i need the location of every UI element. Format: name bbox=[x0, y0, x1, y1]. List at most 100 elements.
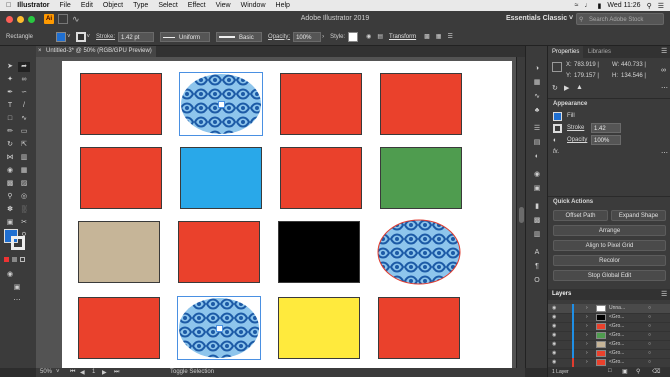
stroke-color-icon[interactable] bbox=[11, 236, 25, 250]
opacity-label[interactable]: Opacity: bbox=[268, 34, 290, 40]
locate-object-icon[interactable]: ⚲ bbox=[636, 368, 640, 375]
pathfinder-panel-icon[interactable]: ▩ bbox=[531, 216, 543, 226]
layer-name[interactable]: <Gro... bbox=[609, 349, 624, 358]
red-rectangle[interactable] bbox=[280, 147, 362, 209]
chevron-right-icon[interactable]: › bbox=[586, 331, 588, 340]
draw-normal-icon[interactable]: ◉ bbox=[4, 270, 16, 280]
constrain-link-icon[interactable]: ∞ bbox=[661, 67, 666, 74]
arrange-button[interactable]: Arrange bbox=[553, 225, 666, 236]
artboard-tool-icon[interactable]: ▣ bbox=[4, 218, 16, 228]
menu-window[interactable]: Window bbox=[241, 2, 266, 9]
more-options-icon[interactable]: ⋯ bbox=[661, 149, 668, 157]
menu-edit[interactable]: Edit bbox=[81, 2, 93, 9]
symbol-sprayer-icon[interactable]: ✽ bbox=[4, 205, 16, 215]
gradient-panel-icon[interactable]: ▤ bbox=[531, 138, 543, 148]
chevron-right-icon[interactable]: › bbox=[586, 340, 588, 349]
reference-point-icon[interactable] bbox=[552, 62, 562, 72]
opentype-panel-icon[interactable]: O bbox=[531, 276, 543, 286]
layer-row[interactable]: ◉ › <Gro... ○ bbox=[548, 358, 670, 368]
chevron-down-icon[interactable]: ˅ bbox=[67, 34, 71, 40]
rotate-icon[interactable]: ↻ bbox=[552, 84, 558, 92]
variable-width-profile[interactable]: Uniform bbox=[160, 31, 211, 42]
stroke-swatch[interactable] bbox=[553, 124, 562, 133]
opacity-label[interactable]: Opacity bbox=[567, 137, 587, 143]
brush-definition[interactable]: Basic bbox=[216, 31, 263, 42]
chevron-right-icon[interactable]: › bbox=[586, 349, 588, 358]
w-value[interactable]: 440.733 | bbox=[621, 62, 646, 68]
layer-name[interactable]: <Gro... bbox=[609, 358, 624, 367]
red-rectangle[interactable] bbox=[78, 297, 160, 359]
chevron-right-icon[interactable]: › bbox=[586, 322, 588, 331]
target-icon[interactable]: ○ bbox=[648, 313, 651, 322]
layer-name[interactable]: Unna... bbox=[609, 304, 625, 313]
menu-type[interactable]: Type bbox=[133, 2, 148, 9]
target-icon[interactable]: ○ bbox=[648, 358, 651, 367]
expand-shape-button[interactable]: Expand Shape bbox=[611, 210, 666, 221]
tab-properties[interactable]: Properties bbox=[548, 46, 584, 58]
chevron-right-icon[interactable]: › bbox=[322, 34, 324, 40]
pen-tool-icon[interactable]: ✒ bbox=[4, 88, 16, 98]
curvature-tool-icon[interactable]: ∽ bbox=[18, 88, 30, 98]
eraser-tool-icon[interactable]: ▭ bbox=[18, 127, 30, 137]
target-icon[interactable]: ○ bbox=[648, 322, 651, 331]
workspace-switcher[interactable]: Essentials Classic ˅ bbox=[500, 13, 579, 25]
eye-icon[interactable]: ◉ bbox=[552, 322, 556, 331]
menu-file[interactable]: File bbox=[60, 2, 71, 9]
recolor-icon[interactable]: ◉ bbox=[366, 33, 371, 40]
volume-icon[interactable]: ♩ bbox=[585, 2, 592, 9]
gradient-tool-icon[interactable]: ▨ bbox=[18, 179, 30, 189]
symbols-panel-icon[interactable]: ♣ bbox=[531, 106, 543, 116]
direct-selection-tool-icon[interactable]: ➦ bbox=[18, 62, 30, 72]
status-mode[interactable]: Toggle Selection bbox=[170, 369, 214, 375]
slice-tool-icon[interactable]: ✂ bbox=[18, 218, 30, 228]
align-panel-icon[interactable]: ▮ bbox=[531, 202, 543, 212]
transparency-panel-icon[interactable]: ◐ bbox=[531, 152, 543, 162]
scrollbar-thumb[interactable] bbox=[519, 207, 524, 223]
gradient-mode-icon[interactable] bbox=[12, 257, 17, 262]
screen-mode-icon[interactable]: ▣ bbox=[11, 283, 23, 293]
mesh-tool-icon[interactable]: ▩ bbox=[4, 179, 16, 189]
lasso-icon[interactable]: ∞ bbox=[18, 75, 30, 85]
transform-link[interactable]: Transform bbox=[389, 34, 416, 40]
appearance-panel-icon[interactable]: ◉ bbox=[531, 170, 543, 180]
target-icon[interactable]: ○ bbox=[648, 349, 651, 358]
menu-object[interactable]: Object bbox=[103, 2, 123, 9]
scale-tool-icon[interactable]: ⇱ bbox=[18, 140, 30, 150]
flip-horizontal-icon[interactable]: ▶ bbox=[564, 84, 569, 92]
menu-clock[interactable]: Wed 11:26 bbox=[607, 2, 640, 9]
offset-path-button[interactable]: Offset Path bbox=[553, 210, 608, 221]
eye-icon[interactable]: ◉ bbox=[552, 331, 556, 340]
swatches-panel-icon[interactable]: ▦ bbox=[531, 78, 543, 88]
next-artboard-icon[interactable]: ▶ bbox=[102, 369, 107, 376]
chevron-right-icon[interactable]: › bbox=[586, 304, 588, 313]
new-layer-icon[interactable]: □ bbox=[608, 368, 612, 374]
apple-icon[interactable]:  bbox=[6, 2, 11, 9]
red-rectangle[interactable] bbox=[280, 73, 362, 135]
eye-icon[interactable]: ◉ bbox=[552, 304, 556, 313]
center-point-handle[interactable] bbox=[218, 101, 225, 108]
stroke-panel-icon[interactable]: ☰ bbox=[531, 124, 543, 134]
target-icon[interactable]: ○ bbox=[648, 304, 651, 313]
rotate-tool-icon[interactable]: ↻ bbox=[4, 140, 16, 150]
prev-artboard-icon[interactable]: ◀ bbox=[80, 369, 85, 376]
document-tab[interactable]: × Untitled-3* @ 50% (RGB/GPU Preview) bbox=[36, 46, 156, 57]
layer-name[interactable]: <Gro... bbox=[609, 313, 624, 322]
rectangle-tool-icon[interactable]: □ bbox=[4, 114, 16, 124]
eye-icon[interactable]: ◉ bbox=[552, 340, 556, 349]
pencil-tool-icon[interactable]: ✏ bbox=[4, 127, 16, 137]
battery-icon[interactable]: ▮ bbox=[598, 2, 602, 10]
panel-menu-icon[interactable]: ☰ bbox=[447, 33, 452, 40]
layer-name[interactable]: <Gro... bbox=[609, 331, 624, 340]
more-options-icon[interactable]: ⋯ bbox=[661, 84, 668, 92]
first-artboard-icon[interactable]: ⏮ bbox=[70, 369, 75, 376]
tan-rectangle[interactable] bbox=[78, 221, 160, 283]
stroke-label[interactable]: Stroke bbox=[567, 125, 584, 131]
isolate-icon[interactable]: ▩ bbox=[424, 33, 430, 40]
artboard[interactable] bbox=[62, 61, 512, 368]
chevron-down-icon[interactable]: ˅ bbox=[56, 369, 60, 375]
more-tools-icon[interactable]: ⋯ bbox=[11, 296, 23, 306]
opacity-field[interactable]: 100% bbox=[293, 31, 322, 42]
eye-icon[interactable]: ◉ bbox=[552, 349, 556, 358]
tab-libraries[interactable]: Libraries bbox=[584, 46, 615, 58]
stroke-weight-field[interactable]: 1.42 pt bbox=[118, 31, 155, 42]
